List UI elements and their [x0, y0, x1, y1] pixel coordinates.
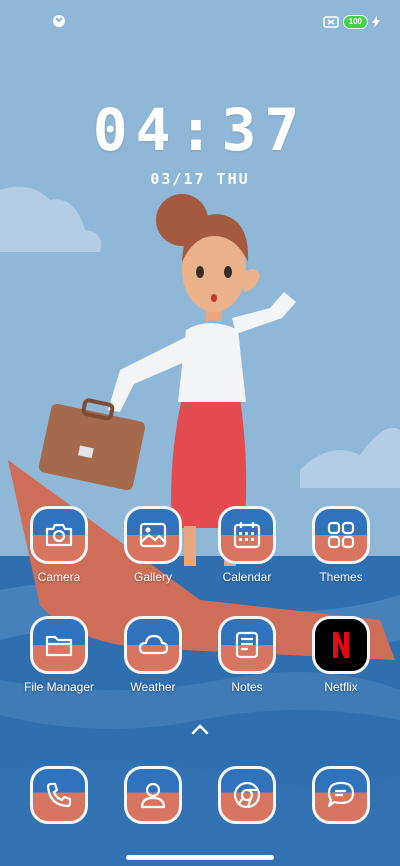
chevron-up-icon[interactable]	[190, 722, 210, 736]
lock-clock: 04:37	[92, 96, 308, 164]
calendar-icon	[233, 522, 261, 549]
app-file-manager[interactable]: File Manager	[12, 616, 106, 694]
app-notes[interactable]: Notes	[200, 616, 294, 694]
app-themes[interactable]: Themes	[294, 506, 388, 584]
battery-icon: 100	[342, 15, 368, 29]
app-label: Themes	[319, 570, 363, 584]
status-icons: 100	[322, 15, 380, 29]
themes-icon	[327, 521, 355, 549]
camera-icon	[45, 523, 73, 547]
phone-icon	[46, 782, 72, 808]
folder-icon	[45, 635, 73, 657]
dock-messages[interactable]	[312, 766, 370, 824]
app-camera[interactable]: Camera	[12, 506, 106, 584]
app-label: Gallery	[133, 570, 172, 584]
dock-contacts[interactable]	[124, 766, 182, 824]
cloud-icon	[138, 634, 169, 655]
contacts-icon	[140, 782, 166, 809]
messages-icon	[327, 781, 355, 808]
sim-off-icon	[322, 16, 339, 28]
charging-bolt-icon	[372, 16, 380, 28]
app-label: Camera	[37, 570, 81, 584]
app-label: Calendar	[222, 570, 272, 584]
app-notification-icon	[53, 15, 65, 27]
app-label: Netflix	[324, 680, 358, 694]
app-label: Weather	[130, 680, 176, 694]
dock-phone[interactable]	[30, 766, 88, 824]
app-netflix[interactable]: Netflix	[294, 616, 388, 694]
chrome-icon	[233, 781, 261, 809]
app-gallery[interactable]: Gallery	[106, 506, 200, 584]
dock-chrome[interactable]	[218, 766, 276, 824]
status-bar: 100	[0, 0, 400, 44]
app-weather[interactable]: Weather	[106, 616, 200, 694]
home-indicator[interactable]	[126, 855, 274, 860]
netflix-icon	[333, 632, 349, 658]
notes-icon	[235, 631, 259, 659]
gallery-icon	[139, 522, 167, 548]
lock-date: 03/17 THU	[150, 170, 250, 188]
app-label: Notes	[231, 680, 263, 694]
app-label: File Manager	[23, 680, 95, 694]
app-calendar[interactable]: Calendar	[200, 506, 294, 584]
